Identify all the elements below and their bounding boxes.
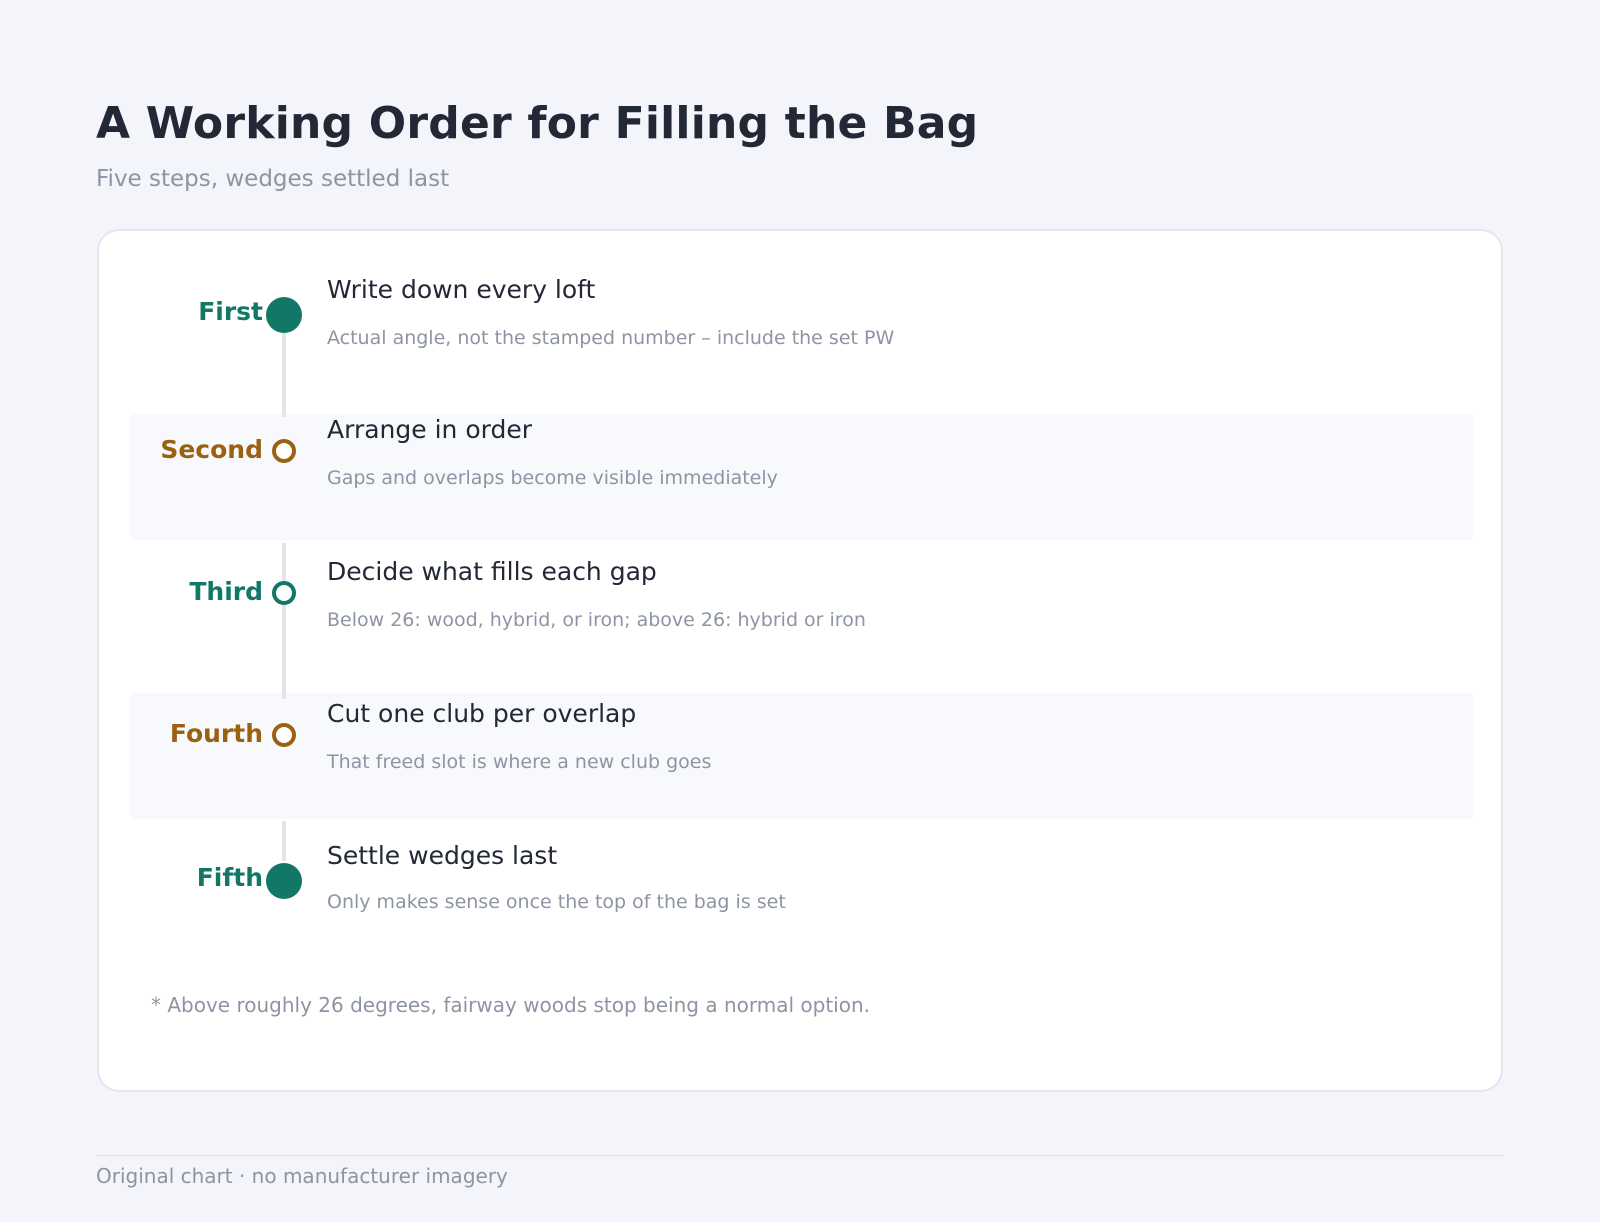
step-title: Cut one club per overlap <box>327 699 637 728</box>
step-third: Third Decide what fills each gap Below 2… <box>99 555 1499 695</box>
page-title: A Working Order for Filling the Bag <box>96 98 979 149</box>
step-fourth: Fourth Cut one club per overlap That fre… <box>99 697 1499 837</box>
footnote: * Above roughly 26 degrees, fairway wood… <box>151 993 870 1017</box>
step-first: First Write down every loft Actual angle… <box>99 271 1499 411</box>
step-fifth: Fifth Settle wedges last Only makes sens… <box>99 841 1499 981</box>
step-description: Only makes sense once the top of the bag… <box>327 891 786 913</box>
step-title: Settle wedges last <box>327 841 558 870</box>
step-label: Third <box>189 577 263 606</box>
step-description: That freed slot is where a new club goes <box>327 751 712 773</box>
filled-dot-icon <box>266 863 302 899</box>
step-title: Decide what fills each gap <box>327 557 657 586</box>
ring-marker-icon <box>272 439 296 463</box>
steps-card: First Write down every loft Actual angle… <box>97 229 1503 1092</box>
step-description: Gaps and overlaps become visible immedia… <box>327 467 778 489</box>
footer-divider <box>96 1155 1504 1156</box>
filled-dot-icon <box>266 297 302 333</box>
step-label: Second <box>160 435 263 464</box>
ring-marker-icon <box>272 723 296 747</box>
ring-marker-icon <box>272 581 296 605</box>
step-second: Second Arrange in order Gaps and overlap… <box>99 413 1499 553</box>
page: A Working Order for Filling the Bag Five… <box>0 0 1600 1222</box>
credit-text: Original chart · no manufacturer imagery <box>96 1164 508 1188</box>
step-label: Fourth <box>169 719 263 748</box>
step-title: Arrange in order <box>327 415 532 444</box>
step-label: Fifth <box>196 863 263 892</box>
step-label: First <box>198 297 263 326</box>
step-description: Below 26: wood, hybrid, or iron; above 2… <box>327 609 866 631</box>
step-description: Actual angle, not the stamped number – i… <box>327 327 895 349</box>
step-title: Write down every loft <box>327 275 596 304</box>
page-subtitle: Five steps, wedges settled last <box>96 166 450 192</box>
